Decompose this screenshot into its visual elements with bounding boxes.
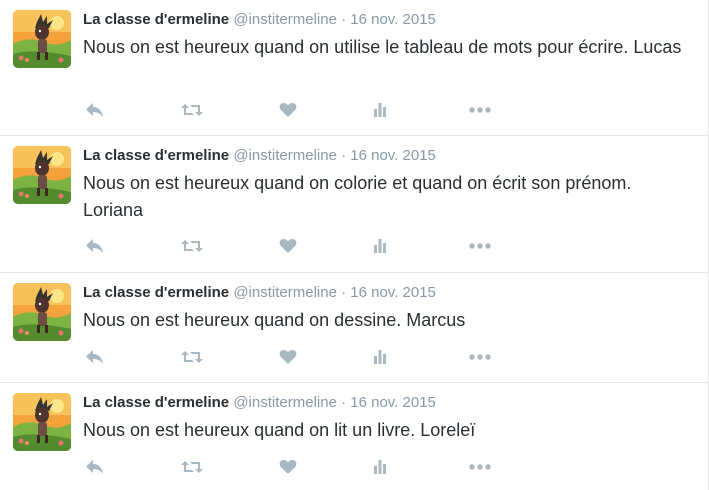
- tweet-actions: [83, 345, 503, 369]
- reply-button[interactable]: [83, 98, 107, 122]
- like-button[interactable]: [276, 455, 300, 479]
- tweet-date[interactable]: 16 nov. 2015: [350, 284, 436, 301]
- analytics-button[interactable]: [368, 98, 392, 122]
- reply-icon: [85, 349, 105, 365]
- tweet-header: La classe d'ermeline @institermeline · 1…: [83, 393, 436, 413]
- avatar[interactable]: [13, 393, 71, 451]
- more-icon: [469, 107, 491, 113]
- analytics-button[interactable]: [368, 234, 392, 258]
- like-button[interactable]: [276, 234, 300, 258]
- more-icon: [469, 243, 491, 249]
- more-icon: [469, 464, 491, 470]
- more-icon: [469, 354, 491, 360]
- retweet-icon: [180, 459, 204, 475]
- tweet-header: La classe d'ermeline @institermeline · 1…: [83, 10, 436, 30]
- avatar[interactable]: [13, 10, 71, 68]
- heart-icon: [279, 238, 297, 254]
- heart-icon: [279, 349, 297, 365]
- tweet-date[interactable]: 16 nov. 2015: [350, 11, 436, 28]
- retweet-button[interactable]: [180, 345, 204, 369]
- avatar[interactable]: [13, 283, 71, 341]
- reply-button[interactable]: [83, 234, 107, 258]
- author-handle[interactable]: @institermeline: [233, 284, 337, 301]
- tweet-actions: [83, 98, 503, 122]
- reply-button[interactable]: [83, 345, 107, 369]
- author-handle[interactable]: @institermeline: [233, 11, 337, 28]
- analytics-button[interactable]: [368, 455, 392, 479]
- tweet[interactable]: La classe d'ermeline @institermeline · 1…: [0, 136, 708, 273]
- tweet-text: Nous on est heureux quand on colorie et …: [83, 173, 632, 220]
- author-handle[interactable]: @institermeline: [233, 394, 337, 411]
- like-button[interactable]: [276, 98, 300, 122]
- retweet-button[interactable]: [180, 455, 204, 479]
- tweet-text: Nous on est heureux quand on lit un livr…: [83, 420, 476, 440]
- separator: ·: [341, 284, 347, 301]
- separator: ·: [341, 147, 347, 164]
- reply-icon: [85, 102, 105, 118]
- analytics-icon: [372, 102, 388, 118]
- separator: ·: [341, 394, 347, 411]
- reply-button[interactable]: [83, 455, 107, 479]
- tweet-text: Nous on est heureux quand on utilise le …: [83, 37, 682, 57]
- tweet-date[interactable]: 16 nov. 2015: [350, 147, 436, 164]
- author-handle[interactable]: @institermeline: [233, 147, 337, 164]
- author-name[interactable]: La classe d'ermeline: [83, 147, 229, 164]
- tweet[interactable]: La classe d'ermeline @institermeline · 1…: [0, 383, 708, 490]
- avatar[interactable]: [13, 146, 71, 204]
- more-button[interactable]: [468, 345, 492, 369]
- heart-icon: [279, 459, 297, 475]
- retweet-button[interactable]: [180, 98, 204, 122]
- retweet-icon: [180, 238, 204, 254]
- retweet-button[interactable]: [180, 234, 204, 258]
- tweet-text: Nous on est heureux quand on dessine. Ma…: [83, 310, 466, 330]
- like-button[interactable]: [276, 345, 300, 369]
- analytics-icon: [372, 459, 388, 475]
- tweet-header: La classe d'ermeline @institermeline · 1…: [83, 283, 436, 303]
- more-button[interactable]: [468, 455, 492, 479]
- tweet-date[interactable]: 16 nov. 2015: [350, 394, 436, 411]
- tweet[interactable]: La classe d'ermeline @institermeline · 1…: [0, 0, 708, 136]
- separator: ·: [341, 11, 347, 28]
- analytics-icon: [372, 349, 388, 365]
- analytics-icon: [372, 238, 388, 254]
- heart-icon: [279, 102, 297, 118]
- tweet-header: La classe d'ermeline @institermeline · 1…: [83, 146, 436, 166]
- reply-icon: [85, 238, 105, 254]
- tweet-timeline: La classe d'ermeline @institermeline · 1…: [0, 0, 709, 490]
- tweet[interactable]: La classe d'ermeline @institermeline · 1…: [0, 273, 708, 383]
- author-name[interactable]: La classe d'ermeline: [83, 394, 229, 411]
- reply-icon: [85, 459, 105, 475]
- retweet-icon: [180, 349, 204, 365]
- tweet-actions: [83, 455, 503, 479]
- tweet-actions: [83, 234, 503, 258]
- retweet-icon: [180, 102, 204, 118]
- author-name[interactable]: La classe d'ermeline: [83, 284, 229, 301]
- more-button[interactable]: [468, 98, 492, 122]
- more-button[interactable]: [468, 234, 492, 258]
- analytics-button[interactable]: [368, 345, 392, 369]
- author-name[interactable]: La classe d'ermeline: [83, 11, 229, 28]
